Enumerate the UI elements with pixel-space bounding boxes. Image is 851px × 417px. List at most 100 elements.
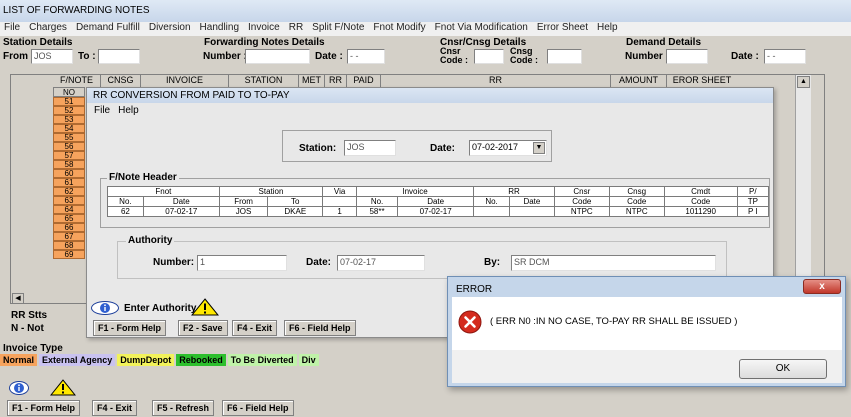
invoice-type-legend: Normal External Agency DumpDepot Rebooke… [0,354,319,366]
date-dropdown[interactable]: 07-02-2017 ▼ [469,140,547,156]
dialog-warning-icon [190,298,220,316]
grid-header-row: F/NOTE CNSG INVOICE STATION MET RR PAID … [53,75,773,87]
to-station-input[interactable] [98,49,140,64]
table-sub-header: Date [142,196,220,207]
grid-vertical-scrollbar[interactable]: ▲ [795,75,811,300]
grid-row-number[interactable]: 51 [53,97,85,106]
menu-rr[interactable]: RR [289,22,303,36]
dialog-field-help-button[interactable]: F6 - Field Help [284,320,356,336]
table-cell: 07-02-17 [142,206,220,217]
table-cell: NTPC [553,206,610,217]
dialog-exit-button[interactable]: F4 - Exit [232,320,278,336]
table-sub-header: TP [736,196,770,207]
dialog-title-bar: RR CONVERSION FROM PAID TO TO-PAY [87,88,773,103]
grid-header-amount: AMOUNT [611,75,667,87]
error-message: ( ERR N0 :IN NO CASE, TO-PAY RR SHALL BE… [490,316,738,327]
scroll-up-button[interactable]: ▲ [797,76,810,88]
table-group-header-row: Fnot Station Via Invoice RR Cnsr Cnsg Cm… [107,186,770,197]
date-dropdown-value: 07-02-2017 [472,142,519,152]
table-group-rr: RR [473,186,555,197]
table-cell [473,206,510,217]
menu-charges[interactable]: Charges [29,22,67,36]
demand-number-label: Number : [625,51,669,62]
from-station-input[interactable]: JOS [31,49,73,64]
grid-header-fnote: F/NOTE [53,75,101,87]
cnsr-code-input[interactable] [474,49,504,64]
table-row[interactable]: 62 07-02-17 JOS DKAE 1 58** 07-02-17 NTP… [107,206,770,217]
menu-fnot-via-modification[interactable]: Fnot Via Modification [435,22,528,36]
station-input[interactable]: JOS [344,140,396,156]
fwd-number-input[interactable] [245,49,310,64]
menu-split-fnote[interactable]: Split F/Note [312,22,364,36]
main-field-help-button[interactable]: F6 - Field Help [222,400,294,416]
fwd-date-input[interactable]: - - [347,49,385,64]
chevron-down-icon[interactable]: ▼ [533,142,545,154]
menu-handling[interactable]: Handling [200,22,239,36]
station-label: Station: [299,143,337,154]
error-dialog: ERROR x ( ERR N0 :IN NO CASE, TO-PAY RR … [447,276,846,387]
demand-date-input[interactable]: - - [764,49,806,64]
grid-row-number[interactable]: 57 [53,151,85,160]
table-cell: 07-02-17 [397,206,475,217]
main-form-help-button[interactable]: F1 - Form Help [7,400,81,416]
grid-row-number[interactable]: 58 [53,160,85,169]
cnsg-code-input[interactable] [547,49,582,64]
grid-row-number[interactable]: 52 [53,106,85,115]
number-input[interactable]: 1 [197,255,287,271]
table-group-fnot: Fnot [107,186,220,197]
menu-demand-fulfill[interactable]: Demand Fulfill [76,22,140,36]
dialog-form-help-button[interactable]: F1 - Form Help [93,320,167,336]
table-cell: 62 [107,206,144,217]
grid-row-number[interactable]: 66 [53,223,85,232]
table-group-cnsg: Cnsg [608,186,665,197]
grid-header-paid: PAID [347,75,381,87]
grid-row-number[interactable]: 55 [53,133,85,142]
menu-invoice[interactable]: Invoice [248,22,280,36]
grid-row-number[interactable]: 65 [53,214,85,223]
grid-row-number[interactable]: 54 [53,124,85,133]
grid-row-number[interactable]: 63 [53,196,85,205]
grid-row-number[interactable]: 56 [53,142,85,151]
main-refresh-button[interactable]: F5 - Refresh [152,400,215,416]
grid-no-header: NO [53,87,85,97]
main-exit-button[interactable]: F4 - Exit [92,400,138,416]
menu-error-sheet[interactable]: Error Sheet [537,22,588,36]
menu-file[interactable]: File [4,22,20,36]
grid-row-number[interactable]: 61 [53,178,85,187]
n-not-label: N - Not [11,323,44,334]
forwarding-details-label: Forwarding Notes Details [204,37,325,48]
status-text: Enter Authority [124,303,197,314]
authority-date-input[interactable]: 07-02-17 [337,255,425,271]
menu-diversion[interactable]: Diversion [149,22,191,36]
dialog-save-button[interactable]: F2 - Save [178,320,228,336]
grid-row-number[interactable]: 60 [53,169,85,178]
grid-row-number[interactable]: 68 [53,241,85,250]
by-input[interactable]: SR DCM [511,255,716,271]
grid-header-rr-2: RR [381,75,611,87]
ok-button[interactable]: OK [739,359,827,379]
dialog-info-icon [91,301,119,315]
dialog-menu-bar: File Help [87,105,773,119]
grid-header-invoice: INVOICE [141,75,229,87]
scroll-left-button[interactable]: ◀ [12,293,24,304]
table-cell [508,206,555,217]
grid-row-number[interactable]: 69 [53,250,85,259]
menu-fnot-modify[interactable]: Fnot Modify [373,22,425,36]
grid-row-number[interactable]: 53 [53,115,85,124]
date-label: Date: [430,143,456,154]
menu-help[interactable]: Help [597,22,618,36]
table-cell: DKAE [267,206,324,217]
grid-row-number[interactable]: 62 [53,187,85,196]
close-button[interactable]: x [803,279,841,294]
table-group-p: P/ [736,186,770,197]
grid-row-number[interactable]: 67 [53,232,85,241]
grid-row-number[interactable]: 64 [53,205,85,214]
grid-header-rr: RR [325,75,347,87]
demand-number-input[interactable] [666,49,708,64]
dialog-menu-file[interactable]: File [94,105,110,119]
dialog-menu-help[interactable]: Help [118,105,139,119]
legend-dumpdepot: DumpDepot [117,354,175,366]
table-cell: 1 [322,206,357,217]
fnote-header-table: Fnot Station Via Invoice RR Cnsr Cnsg Cm… [107,186,770,217]
table-group-station: Station [218,186,324,197]
